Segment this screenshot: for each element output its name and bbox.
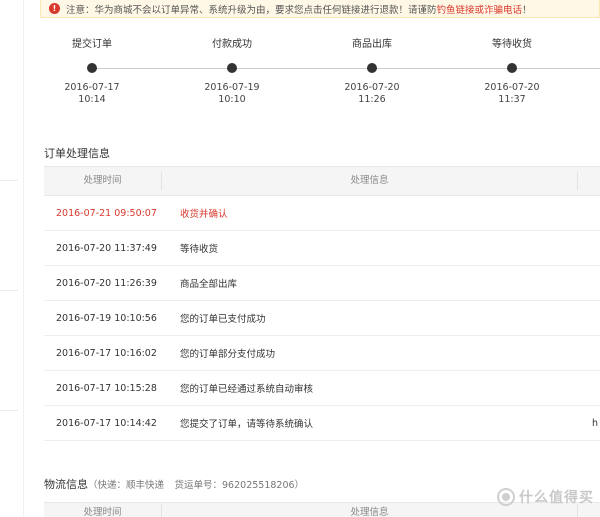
timeline-dot: [87, 63, 97, 73]
timeline-step-label: 等待收货: [492, 39, 532, 50]
row-time: 2016-07-17 10:14:42: [56, 417, 157, 429]
timeline-step-time: 11:26: [358, 94, 386, 105]
row-info: 等待收货: [180, 244, 219, 255]
row-time: 2016-07-20 11:37:49: [56, 242, 157, 254]
table-row: 2016-07-19 10:10:56 您的订单已支付成功: [44, 301, 600, 336]
row-time: 2016-07-17 10:15:28: [56, 382, 157, 394]
timeline-dot: [227, 63, 237, 73]
exclamation-icon: !: [49, 3, 60, 14]
table-row: 2016-07-17 10:16:02 您的订单部分支付成功: [44, 336, 600, 371]
timeline-dot: [367, 63, 377, 73]
express-company: （快递：顺丰快递: [88, 480, 165, 491]
table-header: 处理时间 处理信息: [44, 166, 600, 196]
fraud-warning-link[interactable]: 钓鱼链接或诈骗电话: [437, 2, 523, 16]
row-info: 您的订单已经通过系统自动审核: [180, 384, 314, 395]
row-time: 2016-07-19 10:10:56: [56, 312, 157, 324]
table-row: 2016-07-20 11:26:39 商品全部出库: [44, 266, 600, 301]
row-info: 商品全部出库: [180, 279, 238, 290]
gutter-divider: [0, 410, 18, 411]
table-row: 2016-07-20 11:37:49 等待收货: [44, 231, 600, 266]
timeline-step-label: 提交订单: [72, 39, 112, 50]
row-time: 2016-07-20 11:26:39: [56, 277, 157, 289]
logistics-title: 物流信息（快递：顺丰快递 货运单号：962025518206）: [44, 476, 304, 492]
timeline-step-label: 商品出库: [352, 39, 392, 50]
timeline-step-label: 付款成功: [212, 39, 252, 50]
row-time: 2016-07-17 10:16:02: [56, 347, 157, 359]
timeline-step-date: 2016-07-20: [344, 82, 400, 93]
order-detail-page: ! 注意：华为商城不会以订单异常、系统升级为由，要求您点击任何链接进行退款！请谨…: [0, 0, 600, 517]
logistics-title-text: 物流信息: [44, 478, 88, 491]
timeline-step-time: 11:37: [498, 94, 526, 105]
timeline-step-date: 2016-07-20: [484, 82, 540, 93]
row-info: 您的订单部分支付成功: [180, 349, 276, 360]
order-processing-title: 订单处理信息: [44, 147, 110, 160]
notice-text: 注意：华为商城不会以订单异常、系统升级为由，要求您点击任何链接进行退款！请谨防: [66, 4, 437, 16]
row-clipped-text: h: [591, 417, 598, 429]
row-info: 您的订单已支付成功: [180, 314, 266, 325]
row-time: 2016-07-21 09:50:07: [56, 207, 157, 219]
table-row: 2016-07-17 10:15:28 您的订单已经通过系统自动审核: [44, 371, 600, 406]
timeline-step-submit: 提交订单 2016-07-17 10:14: [32, 38, 152, 106]
watermark-logo-icon: [497, 488, 515, 506]
order-progress-timeline: 提交订单 2016-07-17 10:14 付款成功 2016-07-19 10…: [0, 38, 600, 118]
table-row: 2016-07-17 10:14:42 您提交了订单，请等待系统确认 h: [44, 406, 600, 441]
tracking-number: 货运单号：962025518206）: [174, 480, 305, 491]
table-row: 2016-07-21 09:50:07 收货并确认: [44, 196, 600, 231]
timeline-dot: [507, 63, 517, 73]
timeline-step-date: 2016-07-19: [204, 82, 260, 93]
gutter-divider: [0, 290, 18, 291]
security-notice-bar: ! 注意：华为商城不会以订单异常、系统升级为由，要求您点击任何链接进行退款！请谨…: [40, 0, 600, 18]
column-header-time: 处理时间: [44, 172, 162, 190]
watermark-text: 什么值得买: [519, 490, 594, 506]
timeline-step-shipped: 商品出库 2016-07-20 11:26: [312, 38, 432, 106]
timeline-step-date: 2016-07-17: [64, 82, 120, 93]
timeline-step-time: 10:10: [218, 94, 246, 105]
timeline-step-time: 10:14: [78, 94, 106, 105]
column-header-info: 处理信息: [162, 172, 578, 190]
order-processing-table: 处理时间 处理信息 2016-07-21 09:50:07 收货并确认 2016…: [44, 166, 600, 441]
row-info: 您提交了订单，请等待系统确认: [180, 419, 314, 430]
timeline-step-awaiting: 等待收货 2016-07-20 11:37: [452, 38, 572, 106]
timeline-step-paid: 付款成功 2016-07-19 10:10: [172, 38, 292, 106]
column-header-time: 处理时间: [44, 503, 162, 517]
watermark: 什么值得买: [497, 487, 594, 507]
gutter-divider: [0, 180, 18, 181]
notice-tail: ！: [522, 4, 532, 16]
row-info: 收货并确认: [180, 209, 228, 220]
